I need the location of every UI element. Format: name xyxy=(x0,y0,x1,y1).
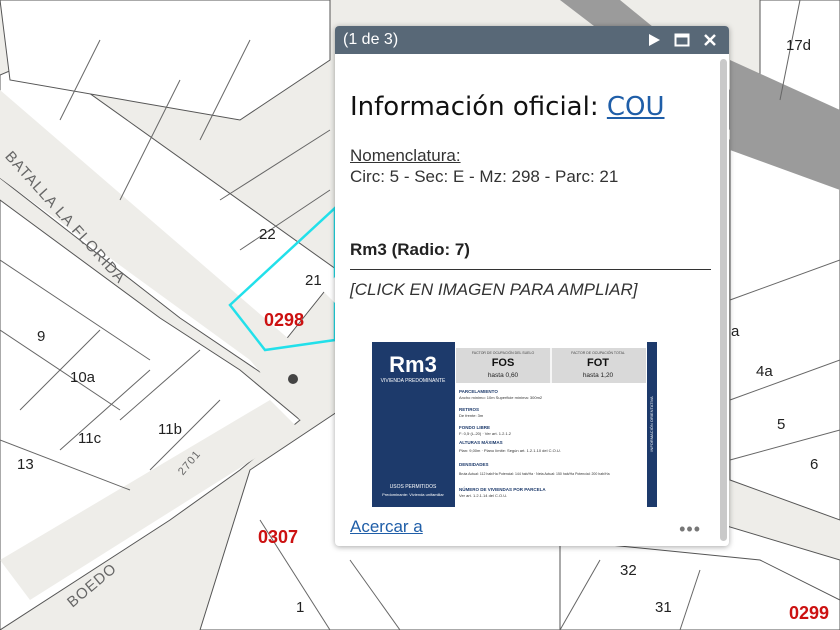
fos-label: FOS xyxy=(492,357,515,369)
fot-label: FOT xyxy=(587,357,609,369)
parcel-label: 10a xyxy=(70,369,96,386)
card-subtitle: VIVIENDA PREDOMINANTE xyxy=(381,378,446,384)
section-title: NÚMERO DE VIVIENDAS POR PARCELA xyxy=(459,486,546,492)
scrollbar[interactable] xyxy=(720,59,727,541)
parcel-label: 4a xyxy=(756,363,773,380)
play-icon xyxy=(649,34,660,46)
parcel-label: 5 xyxy=(777,416,786,433)
section-text: Bruta Actual: 112 hab/Ha Potencial: 144 … xyxy=(459,472,610,476)
more-options-icon[interactable]: ••• xyxy=(679,519,701,540)
feature-counter: (1 de 3) xyxy=(343,31,399,48)
popup-footer: Acercar a ••• xyxy=(335,509,729,546)
nomenclatura-label: Nomenclatura: xyxy=(350,146,461,165)
maximize-button[interactable] xyxy=(671,29,693,51)
parcel-label: 11b xyxy=(158,421,182,438)
parcel-label: a xyxy=(731,323,740,340)
parcel-label: 11c xyxy=(78,430,102,447)
divider xyxy=(350,269,711,270)
click-hint: [CLICK EN IMAGEN PARA AMPLIAR] xyxy=(350,280,638,299)
zoom-to-link[interactable]: Acercar a xyxy=(350,517,423,537)
fot-header: FACTOR DE OCUPACIÓN TOTAL xyxy=(571,350,625,355)
popup-header: (1 de 3) xyxy=(335,26,729,54)
card-usos-title: USOS PERMITIDOS xyxy=(390,484,437,490)
block-label: 0299 xyxy=(789,603,830,623)
popup-body[interactable]: Información oficial: COU Nomenclatura: C… xyxy=(335,54,729,509)
popup-title: Información oficial: COU xyxy=(350,92,665,122)
close-button[interactable] xyxy=(699,29,721,51)
cou-link[interactable]: COU xyxy=(607,92,665,122)
fos-value: hasta 0,60 xyxy=(488,372,519,379)
section-title: FONDO LIBRE xyxy=(459,425,490,430)
info-popup: (1 de 3) Información oficial: COU Nomenc… xyxy=(335,26,729,546)
card-side-text: INFORMACIÓN ORIENTATIVA xyxy=(649,396,654,452)
card-code: Rm3 xyxy=(389,352,437,377)
maximize-icon xyxy=(674,33,690,47)
section-text: Ancho mínimo: 10m Superficie mínima: 300… xyxy=(459,395,543,400)
fot-value: hasta 1,20 xyxy=(583,372,614,379)
parcel-label: 17d xyxy=(786,37,812,54)
next-feature-button[interactable] xyxy=(643,29,665,51)
section-title: RETIROS xyxy=(459,407,479,412)
zone-card-image[interactable]: Rm3 VIVIENDA PREDOMINANTE USOS PERMITIDO… xyxy=(372,342,657,507)
section-title: DENSIDADES xyxy=(459,462,489,467)
popup-pointer xyxy=(322,277,335,303)
parcel-label: 9 xyxy=(37,328,46,345)
parcel-label: 21 xyxy=(305,272,322,289)
section-title: ALTURAS MÁXIMAS xyxy=(459,439,503,445)
section-title: PARCELAMIENTO xyxy=(459,389,498,394)
section-text: F: 0,5·(L-20) · Ver art. 1.2.1.2 xyxy=(459,431,512,436)
close-icon xyxy=(704,34,716,46)
parcel-label: 6 xyxy=(810,456,819,473)
block-label: 0307 xyxy=(258,527,299,547)
parcel-label: 22 xyxy=(259,226,276,243)
section-text: Ver art. 1.2.1.14 del C.O.U. xyxy=(459,493,507,498)
section-text: De frente: 3m xyxy=(459,413,484,418)
card-usos-text: Predominante: Vivienda unifamiliar xyxy=(382,492,444,497)
zone-title: Rm3 (Radio: 7) xyxy=(350,240,470,259)
parcel-label: 31 xyxy=(655,599,672,616)
nomenclatura-value: Circ: 5 - Sec: E - Mz: 298 - Parc: 21 xyxy=(350,167,619,186)
section-text: Plan: 9,00m · Plano límite: Según art. 1… xyxy=(459,448,561,453)
block-label: 0298 xyxy=(264,310,305,330)
title-prefix: Información oficial: xyxy=(350,92,607,122)
parcel-label: 13 xyxy=(17,456,34,473)
fos-header: FACTOR DE OCUPACIÓN DEL SUELO xyxy=(472,350,535,355)
location-dot xyxy=(288,374,298,384)
parcel-label: 1 xyxy=(296,599,305,616)
parcel-label: 32 xyxy=(620,562,637,579)
